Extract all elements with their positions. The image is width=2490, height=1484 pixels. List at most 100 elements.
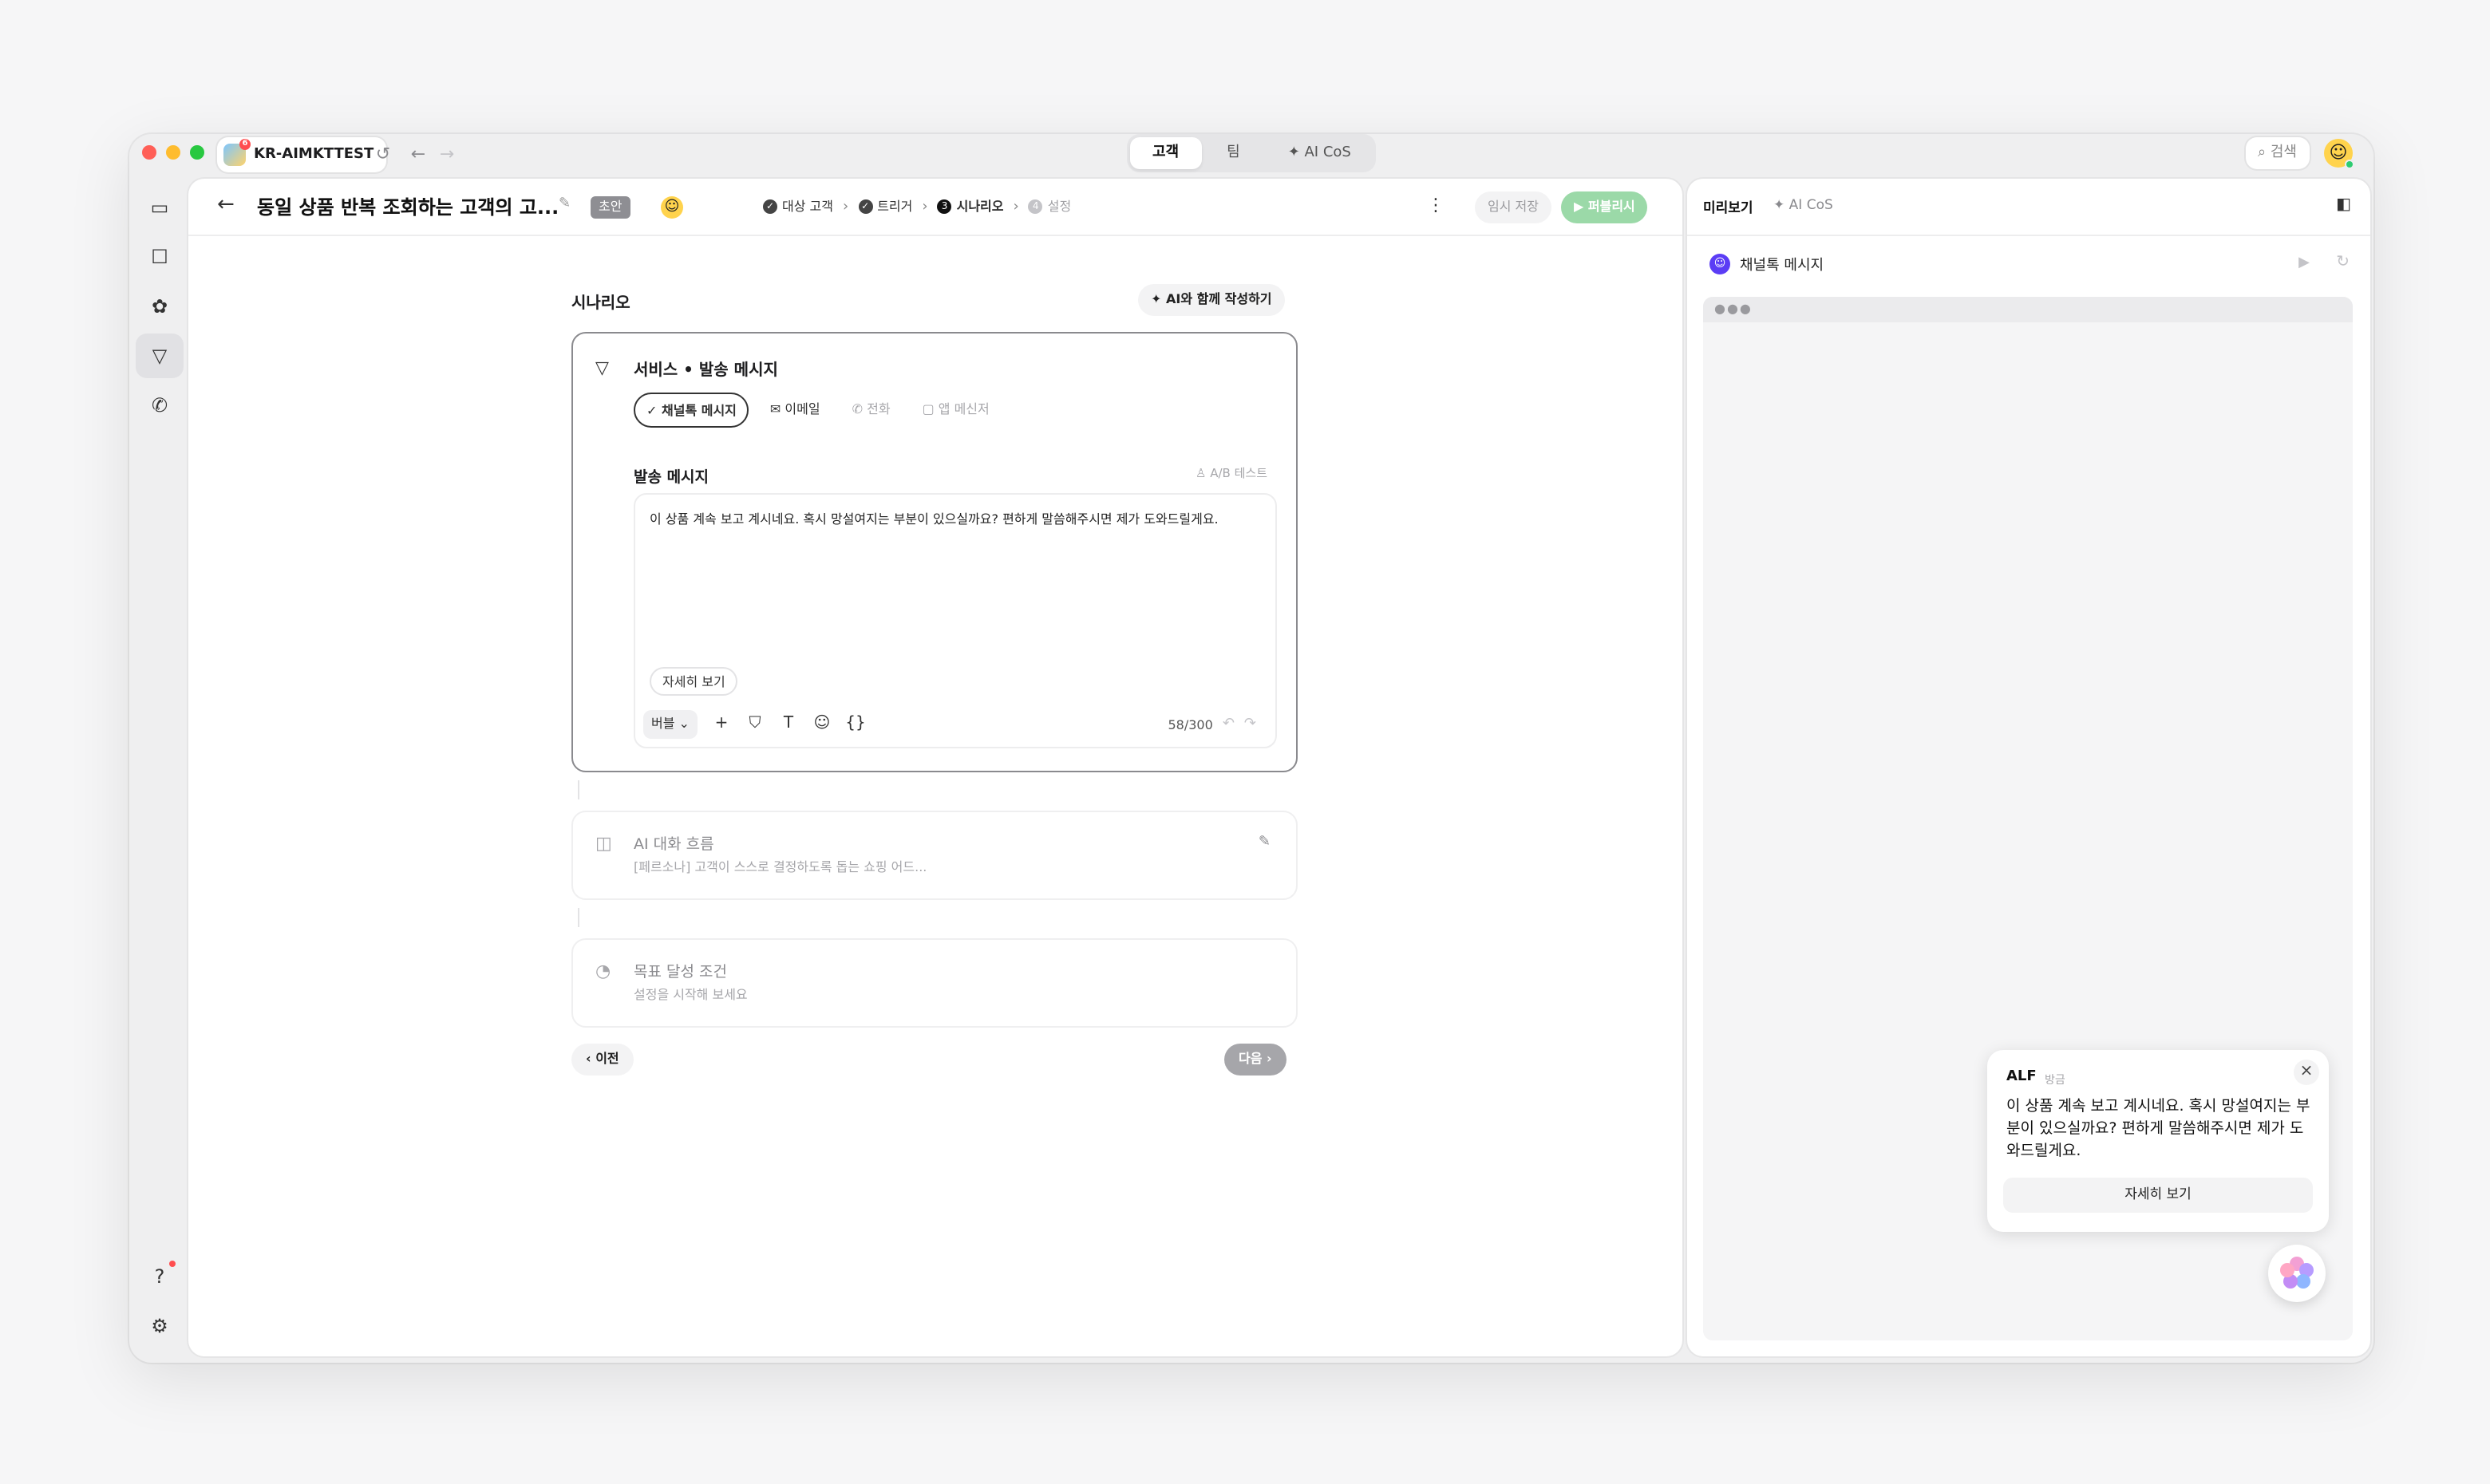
step-trigger[interactable]: ✓ 트리거 [858,198,912,215]
redo-icon[interactable]: ↷ [1244,716,1266,732]
check-circle-icon: ✓ [763,199,777,214]
ab-test-button[interactable]: ♙ A/B 테스트 [1196,464,1267,482]
editor-toolbar: 버블 ⌄ + ⛉ T ☺ {} 58/300 ↶↷ [643,708,1266,740]
card-title: 서비스 • 발송 메시지 [634,362,778,380]
ai-write-button[interactable]: ✦ AI와 함께 작성하기 [1138,284,1285,316]
back-nav-icon[interactable]: ← [407,144,429,166]
chevron-down-icon: ⌄ [674,716,690,731]
prev-button[interactable]: ‹ 이전 [571,1044,634,1076]
user-avatar[interactable]: ☺ [2324,139,2354,169]
add-icon[interactable]: + [707,710,736,739]
message-popup: ALF 방금 × 이 상품 계속 보고 계시네요. 혹시 망설여지는 부분이 있… [1987,1050,2329,1232]
channel-option-phone[interactable]: ✆ 전화 [841,393,902,428]
chevron-right-icon: › [1262,1052,1272,1066]
workspace-switcher[interactable]: 6 KR-AIMKTTEST [217,137,387,172]
zoom-window-button[interactable] [190,145,204,160]
chat-bubbles-icon: ◫ [595,833,612,854]
ai-flow-card[interactable]: ◫ AI 대화 흐름 [페르소나] 고객이 스스로 결정하도록 돕는 쇼핑 어드… [571,811,1298,900]
tab-ai-cos-preview[interactable]: ✦ AI CoS [1773,198,1833,214]
goal-target-icon: ◔ [595,961,611,981]
tab-team[interactable]: 팀 [1204,137,1263,169]
popup-message: 이 상품 계속 보고 계시네요. 혹시 망설여지는 부분이 있으실까요? 편하게… [2006,1098,2310,1160]
inbox-icon[interactable]: ▭ [136,185,184,230]
temp-save-button[interactable]: 임시 저장 [1475,191,1551,223]
edit-icon[interactable]: ✎ [1259,835,1271,851]
minimize-window-button[interactable] [166,145,180,160]
app-window: 6 KR-AIMKTTEST ↺ ← → 고객 팀 ✦ AI CoS ⌕ 검색 … [129,134,2373,1363]
phone-call-icon[interactable]: ✆ [136,383,184,428]
play-icon[interactable]: ▶ [2298,255,2310,271]
bubble-select[interactable]: 버블 ⌄ [643,710,698,739]
undo-icon[interactable]: ↶ [1223,716,1244,732]
workspace-logo-icon: 6 [223,139,251,166]
detail-view-button[interactable]: 자세히 보기 [650,667,738,696]
emoji-icon[interactable]: ☺ [808,710,836,739]
settings-gear-icon[interactable]: ⚙ [136,1304,184,1348]
message-label: 발송 메시지 [634,469,709,487]
more-options-icon[interactable]: ⋮ [1427,195,1445,215]
check-icon: ✓ [646,404,662,418]
undo-redo: ↶↷ [1223,716,1266,732]
browser-dots-icon: ●●● [1714,302,1753,316]
contacts-icon[interactable]: ☐ [136,235,184,279]
flow-connector [578,780,579,799]
message-text[interactable]: 이 상품 계속 보고 계시네요. 혹시 망설여지는 부분이 있으실까요? 편하게… [650,511,1272,528]
sparkle-icon: ✦ [1151,292,1166,306]
workspace-name: KR-AIMKTTEST [254,147,374,163]
main-panel: ← 동일 상품 반복 조회하는 고객의 고... ✎ 초안 ☺ ✓ 대상 고객 ›… [188,179,1682,1356]
chat-launcher-button[interactable] [2268,1245,2326,1302]
chevron-right-icon: › [842,199,849,215]
goal-description: 설정을 시작해 보세요 [634,988,748,1002]
page-title[interactable]: 동일 상품 반복 조회하는 고객의 고... [257,193,559,220]
tab-preview[interactable]: 미리보기 [1703,198,1753,217]
step-scenario[interactable]: 3 시나리오 [937,198,1004,215]
search-button[interactable]: ⌕ 검색 [2245,137,2310,169]
channel-selector: ✓ 채널톡 메시지 ✉ 이메일 ✆ 전화 ▢ 앱 메신저 [634,393,1001,428]
text-format-icon[interactable]: T [774,710,803,739]
shopping-bag-icon[interactable]: ⛉ [741,710,769,739]
tab-ai-cos[interactable]: ✦ AI CoS [1266,137,1373,169]
close-icon[interactable]: × [2294,1060,2319,1085]
edit-title-icon[interactable]: ✎ [559,196,571,212]
app-icon: ▢ [922,402,939,416]
preview-channel: ☺ 채널톡 메시지 [1709,254,1824,274]
section-title: 시나리오 [571,295,630,313]
history-icon[interactable]: ↺ [372,144,394,166]
left-nav: ▭ ☐ ✿ ▽ ✆ ? ⚙ [129,179,187,1363]
channel-option-app-messenger[interactable]: ▢ 앱 메신저 [911,393,1001,428]
apps-flower-icon[interactable]: ✿ [136,284,184,329]
step-settings[interactable]: 4 설정 [1028,198,1071,215]
refresh-icon[interactable]: ↻ [2336,254,2350,271]
help-icon[interactable]: ? [136,1254,184,1299]
close-window-button[interactable] [142,145,156,160]
channel-option-channeltalk[interactable]: ✓ 채널톡 메시지 [634,393,749,428]
emoji-icon[interactable]: ☺ [661,196,683,219]
char-counter: 58/300 [1168,717,1213,732]
popup-detail-button[interactable]: 자세히 보기 [2003,1178,2313,1213]
ai-flow-title: AI 대화 흐름 [634,836,714,854]
step-number: 3 [937,199,952,214]
variable-icon[interactable]: {} [841,710,870,739]
notification-badge: 6 [239,139,251,150]
channel-option-email[interactable]: ✉ 이메일 [759,393,832,428]
step-target-customer[interactable]: ✓ 대상 고객 [763,198,833,215]
campaign-send-icon[interactable]: ▽ [136,334,184,378]
mail-icon: ✉ [769,402,785,416]
chevron-right-icon: › [1013,199,1019,215]
next-button[interactable]: 다음 › [1224,1044,1286,1076]
back-arrow-icon[interactable]: ← [217,193,235,217]
tab-customer[interactable]: 고객 [1130,137,1202,169]
send-filter-icon: ▽ [595,357,609,378]
chevron-right-icon: › [922,199,928,215]
forward-nav-icon[interactable]: → [436,144,458,166]
publish-button[interactable]: ▶ 퍼블리시 [1561,191,1648,223]
message-editor[interactable]: 이 상품 계속 보고 계시네요. 혹시 망설여지는 부분이 있으실까요? 편하게… [634,493,1277,748]
goal-card[interactable]: ◔ 목표 달성 조건 설정을 시작해 보세요 [571,938,1298,1028]
online-status-dot [2345,160,2354,169]
help-alert-dot [169,1261,176,1267]
user-icon: ♙ [1196,466,1211,480]
popup-sender: ALF [2006,1069,2037,1085]
toggle-panel-icon[interactable]: ◧ [2336,196,2351,214]
window-controls [142,145,204,160]
preview-panel: 미리보기 ✦ AI CoS ◧ ☺ 채널톡 메시지 ▶ ↻ ●●● ALF 방금… [1687,179,2370,1356]
